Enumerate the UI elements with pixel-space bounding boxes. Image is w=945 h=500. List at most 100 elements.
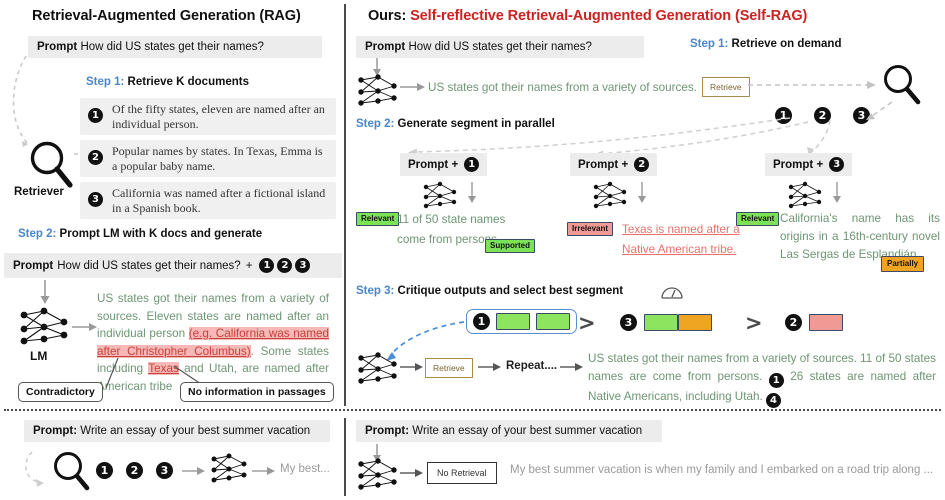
right-prompt-text: How did US states get their names?: [408, 41, 592, 53]
ranking-selected-group[interactable]: 1: [466, 309, 577, 334]
ranking-separator-2: >: [745, 311, 763, 335]
right-title-suffix: ): [802, 8, 808, 24]
branch-3-prompt-label: Prompt +: [773, 158, 824, 171]
branch-2-output-text: Texas is named after a Native American t…: [622, 220, 752, 261]
left-step2-heading: Step 2: Prompt LM with K docs and genera…: [18, 228, 262, 240]
bottom-right-prompt-bar: Prompt: Write an essay of your best summ…: [356, 420, 662, 442]
ranking-3-chip-2: [678, 314, 712, 331]
bottom-right-model-icon: [358, 458, 397, 490]
left-prompt2-text: How did US states get their names?: [57, 259, 241, 272]
right-prompt-label: Prompt: [365, 41, 406, 53]
retrieve-token-step1: Retrieve: [702, 77, 750, 97]
lm-to-output-arrow: [72, 323, 97, 331]
left-prompt2-label: Prompt: [13, 259, 54, 272]
branch-3-relevance-badge: Relevant: [736, 212, 780, 226]
branch-2-doc-circle: 2: [634, 157, 650, 172]
branch-1-support-badge: Supported: [485, 239, 535, 253]
branch-1-model-icon: [423, 181, 457, 209]
vertical-divider-bottom: [344, 418, 346, 496]
branch-2-output-span: Texas is named after a Native American t…: [622, 223, 740, 257]
right-title-tag: Self-RAG: [739, 8, 803, 24]
right-title-main: Self-reflective Retrieval-Augmented Gene…: [410, 8, 740, 24]
doc-text: Of the fifty states, eleven are named af…: [112, 102, 325, 131]
callout-no-information: No information in passages: [180, 382, 334, 402]
left-step1-heading: Step 1: Retrieve K documents: [86, 76, 249, 88]
prompt2-doc-3: 3: [295, 258, 311, 273]
branch-1-doc-circle: 1: [464, 157, 480, 172]
branch-2-relevance-badge: Irrelevant: [567, 222, 614, 236]
left-step2-number: Step 2:: [18, 228, 57, 240]
retrieve-to-search-arrow: [748, 81, 876, 89]
bottom-left-doc-3: 3: [156, 462, 173, 479]
left-plus-sign: +: [245, 259, 253, 272]
ranking-3-chip-1: [644, 314, 678, 331]
doc-number-badge: 1: [88, 108, 103, 123]
bottom-right-prompt-text: Write an essay of your best summer vacat…: [412, 425, 643, 437]
final-output-marker-1: 1: [768, 372, 784, 388]
right-step1-text: Retrieve on demand: [731, 38, 842, 50]
branch-2-model-icon: [593, 181, 627, 209]
right-model-icon-step1: [358, 74, 397, 106]
language-model-icon: [20, 307, 68, 345]
bottom-right-prompt-label: Prompt:: [365, 425, 410, 437]
branch-1-relevance-badge: Relevant: [356, 212, 400, 226]
bottom-left-prompt-text: Write an essay of your best summer vacat…: [80, 425, 311, 437]
doc-text: California was named after a fictional i…: [112, 186, 326, 215]
vertical-divider-top: [344, 4, 346, 406]
bottom-left-prompt-bar: Prompt: Write an essay of your best summ…: [24, 420, 330, 442]
doc-number-badge: 3: [88, 192, 103, 207]
bottom-left-model-to-output-arrow: [252, 467, 275, 475]
right-step3-number: Step 3:: [356, 285, 395, 297]
left-panel-title: Retrieval-Augmented Generation (RAG): [32, 8, 301, 24]
right-prompt-bar: Prompt How did US states get their names…: [356, 36, 644, 58]
ranking-group-2: 3: [620, 314, 712, 331]
right-step1-number: Step 1:: [690, 38, 729, 50]
bottom-left-docs-to-model-arrow: [182, 467, 205, 475]
right-step3-text: Critique outputs and select best segment: [397, 285, 624, 297]
retrieve-token-step3: Retrieve: [425, 358, 473, 378]
left-prompt2-bar: Prompt How did US states get their names…: [4, 253, 342, 278]
branch-2-prompt-label: Prompt +: [578, 158, 629, 171]
branch-3-down-arrow: [833, 182, 841, 203]
lm-label: LM: [30, 349, 48, 363]
right-step2-number: Step 2:: [356, 118, 395, 130]
left-document-2: 2 Popular names by states. In Texas, Emm…: [80, 140, 336, 178]
left-document-3: 3 California was named after a fictional…: [80, 182, 336, 220]
repeat-to-output-arrow: [560, 363, 583, 371]
retrieve-to-repeat-arrow: [478, 363, 501, 371]
retriever-magnifier-icon: [30, 141, 73, 188]
ranking-separator-1: >: [578, 311, 596, 335]
horizontal-divider: [4, 409, 941, 411]
left-step2-text: Prompt LM with K docs and generate: [59, 228, 263, 240]
doc-number-badge: 2: [88, 150, 103, 165]
final-model-to-retrieve-arrow: [400, 363, 423, 371]
branch-1-prompt-label: Prompt +: [408, 158, 459, 171]
left-step1-number: Step 1:: [86, 76, 125, 88]
ranking-1-number: 1: [473, 313, 490, 330]
prompt2-doc-1: 1: [259, 258, 275, 273]
bottom-left-model-icon: [211, 453, 247, 483]
bottom-left-output-text: My best...: [280, 463, 330, 475]
left-document-1: 1 Of the fifty states, eleven are named …: [80, 98, 336, 136]
right-step1-heading: Step 1: Retrieve on demand: [690, 38, 841, 50]
model-to-text-arrow: [400, 83, 425, 91]
branch-2-prompt-bar: Prompt + 2: [570, 153, 658, 176]
no-retrieval-token: No Retrieval: [427, 462, 497, 484]
left-prompt-text: How did US states get their names?: [80, 41, 264, 53]
branch-1-prompt-bar: Prompt + 1: [400, 153, 488, 176]
bottom-left-doc-1: 1: [96, 462, 113, 479]
prompt-to-lm-arrow: [40, 280, 50, 304]
final-output-text: US states got their names from a variety…: [588, 350, 936, 408]
bottom-right-output-text: My best summer vacation is when my famil…: [510, 464, 934, 476]
right-panel-title: Ours: Self-reflective Retrieval-Augmente…: [368, 8, 807, 24]
ranking-3-number: 3: [620, 314, 637, 331]
branch-1-down-arrow: [468, 182, 476, 203]
right-title-prefix: Ours:: [368, 8, 407, 24]
retriever-label: Retriever: [14, 186, 64, 198]
ranking-1-chip-1: [496, 313, 530, 330]
branch-3-prompt-bar: Prompt + 3: [765, 153, 853, 176]
branch-3-model-icon: [788, 181, 822, 209]
bottom-left-doc-2: 2: [126, 462, 143, 479]
bottom-left-magnifier-icon: [54, 452, 90, 491]
ranking-2-chip-1: [809, 314, 843, 331]
